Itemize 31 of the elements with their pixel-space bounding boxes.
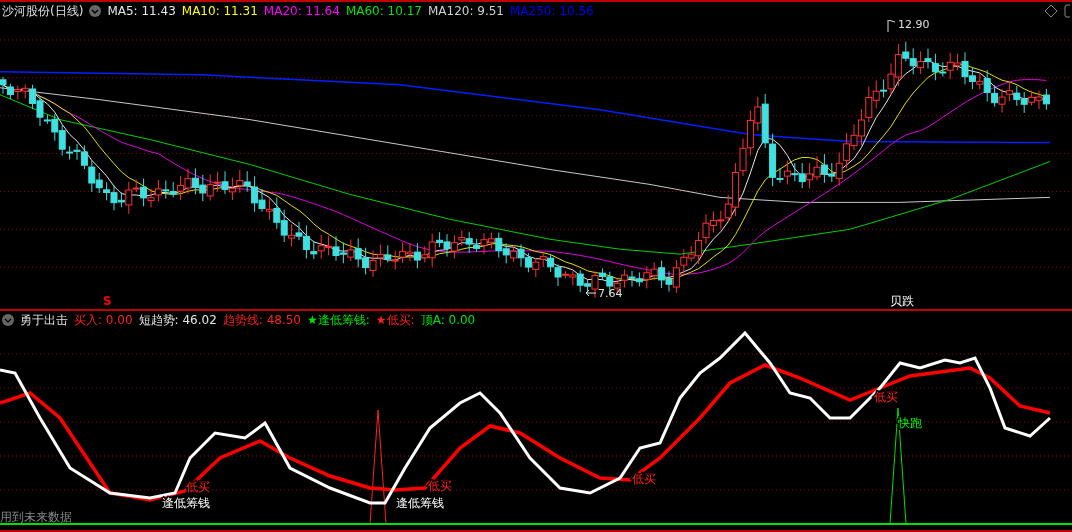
pointer-icon — [887, 20, 896, 33]
arrow-left-icon — [585, 289, 597, 297]
ma-value: MA250: 10.56 — [510, 4, 594, 18]
ma-value: MA10: 11.31 — [181, 4, 258, 18]
indicator-value: ★逢低筹钱: — [307, 311, 370, 329]
ma-value: MA120: 9.51 — [427, 4, 504, 18]
chevron-down-icon[interactable] — [2, 314, 14, 326]
signal-label: S — [103, 294, 112, 308]
indicator-value: 趋势线: 48.50 — [222, 311, 301, 329]
signal-label: 低买 — [428, 479, 452, 493]
diamond-icon[interactable] — [1044, 4, 1058, 18]
price-label: 7.64 — [598, 287, 623, 301]
indicator-title: 勇于出击 — [20, 311, 68, 329]
indicator-value: 买入: 0.00 — [74, 311, 133, 329]
ma-value: MA5: 11.43 — [107, 4, 176, 18]
signal-label: 低买 — [632, 472, 656, 486]
signal-tag: 贝跌 — [890, 294, 915, 308]
stock-title: 沙河股份(日线) — [2, 2, 84, 20]
box-icon[interactable] — [1064, 4, 1070, 18]
chevron-down-icon[interactable] — [89, 5, 102, 17]
warning-note: 用到未来数据 — [0, 510, 72, 524]
signal-label: 快跑 — [898, 416, 922, 430]
ma-value: MA60: 10.17 — [345, 4, 422, 18]
signal-label: 逢低筹钱 — [162, 496, 210, 510]
signal-label: 低买 — [874, 390, 898, 404]
signal-label: 逢低筹钱 — [396, 496, 444, 510]
indicator-value: ★低买: — [375, 311, 415, 329]
indicator-value: 短趋势: 46.02 — [138, 311, 217, 329]
indicator-value: 顶A: 0.00 — [420, 311, 476, 329]
price-label: 12.90 — [898, 20, 930, 31]
ma-value: MA20: 11.64 — [263, 4, 340, 18]
